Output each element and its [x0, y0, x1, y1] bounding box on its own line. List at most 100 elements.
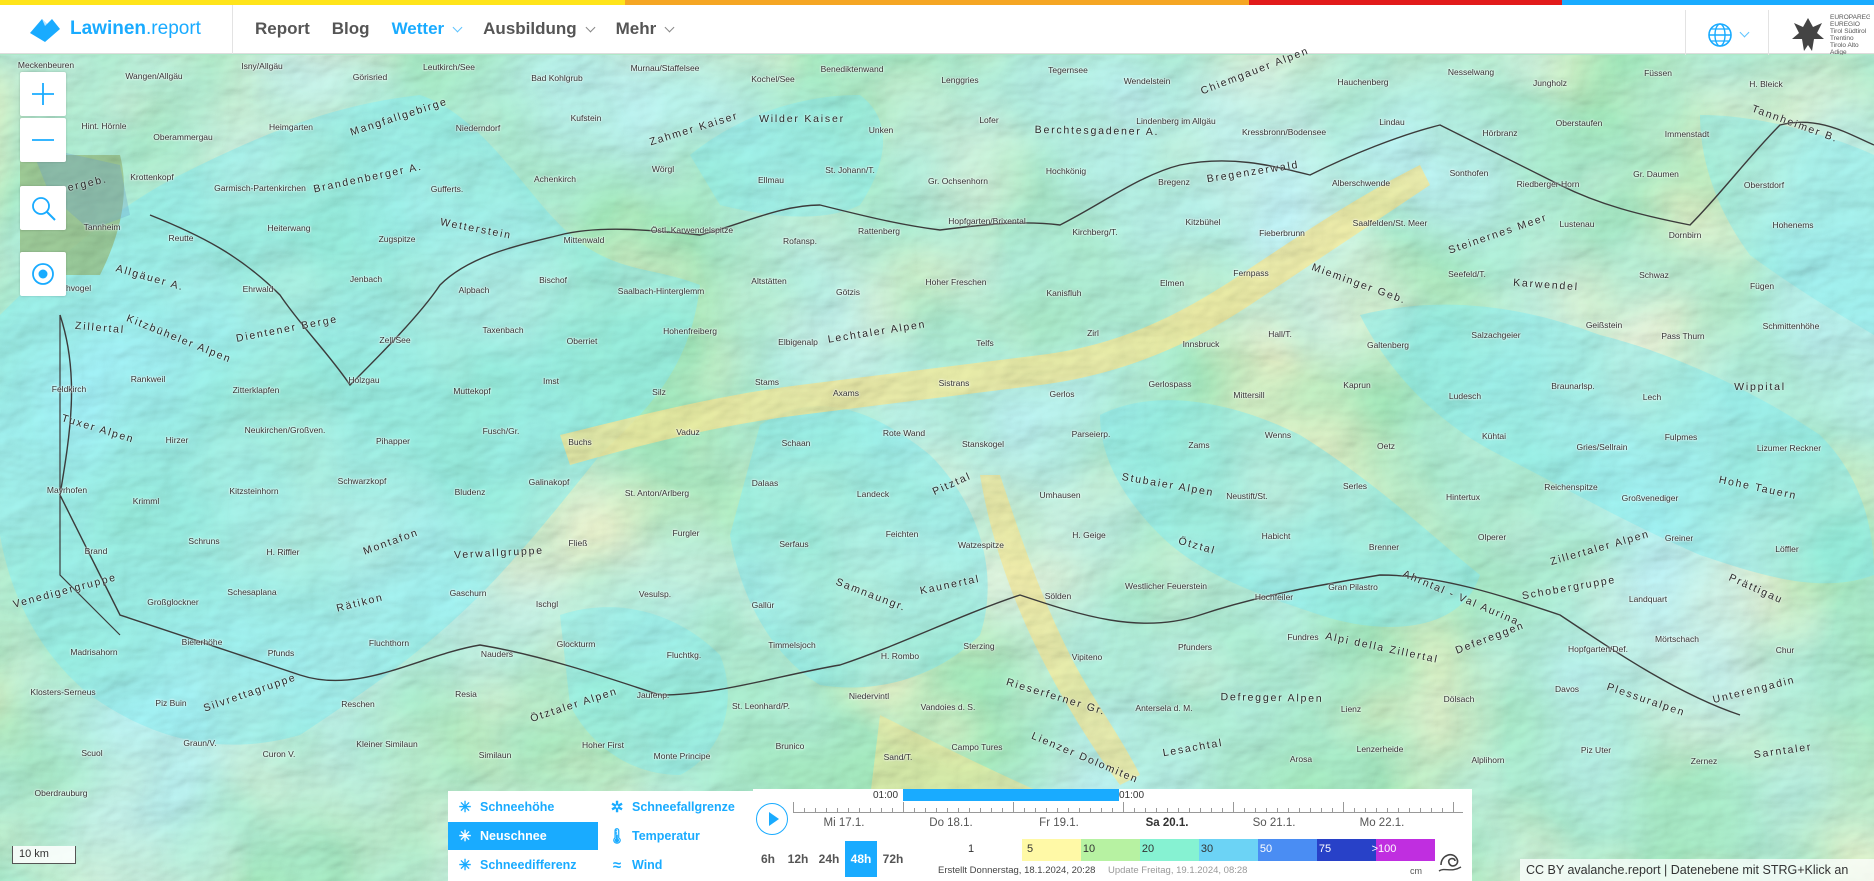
timeline-tick — [1222, 808, 1223, 812]
logo[interactable]: Lawinen.report — [28, 4, 233, 54]
timeline-tick — [1156, 808, 1157, 812]
zoom-in-button[interactable] — [20, 72, 66, 116]
plus-icon — [32, 83, 54, 105]
timeline-tick — [1211, 808, 1212, 812]
euregio-eagle-icon — [1792, 18, 1824, 51]
updated-timestamp: Update Freitag, 19.1.2024, 08:28 — [1108, 865, 1248, 876]
selected-range-bar[interactable] — [903, 789, 1119, 801]
range-48h-button[interactable]: 48h — [845, 841, 877, 877]
created-timestamp: Erstellt Donnerstag, 18.1.2024, 20:28 — [938, 865, 1096, 876]
globe-icon — [1707, 22, 1732, 47]
timeline-tick — [1277, 808, 1278, 812]
nav-item-ausbildung[interactable]: Ausbildung — [483, 5, 596, 54]
day-label[interactable]: Mo 22.1. — [1360, 817, 1405, 829]
timeline-tick — [947, 808, 948, 812]
thermometer-icon: 🌡 — [607, 828, 627, 845]
search-button[interactable] — [20, 186, 66, 230]
snowflake-icon: ✳ — [458, 799, 472, 816]
nav-item-wetter[interactable]: Wetter — [392, 5, 463, 54]
timeline-tick — [1068, 808, 1069, 812]
timeline-tick — [1178, 808, 1179, 812]
timeline-tick — [936, 808, 937, 812]
legend-value: 20 — [1141, 843, 1155, 855]
timeline-tick — [1354, 808, 1355, 812]
locate-icon — [32, 263, 54, 285]
day-label[interactable]: Fr 19.1. — [1039, 817, 1079, 829]
legend-unit: cm — [1410, 866, 1422, 876]
timeline-tick — [1024, 808, 1025, 812]
timeline-tick — [793, 802, 794, 812]
timeline-tick — [1123, 802, 1124, 812]
legend-value: 10 — [1082, 843, 1096, 855]
range-24h-button[interactable]: 24h — [813, 841, 845, 877]
euregio-text: EUROPAREGION EUREGIO Tirol Südtirol Tren… — [1830, 14, 1870, 56]
timeline-tick — [848, 808, 849, 812]
range-72h-button[interactable]: 72h — [877, 841, 909, 877]
timeline-tick — [1442, 808, 1443, 812]
nav-item-mehr[interactable]: Mehr — [616, 5, 675, 54]
search-icon — [32, 197, 56, 221]
legend-scale: 1 5 10 20 30 50 75 >100 — [963, 839, 1435, 861]
timeline-tick — [958, 808, 959, 812]
timeline-tick — [1233, 802, 1234, 812]
timeline-track[interactable] — [793, 801, 1463, 813]
legend-value: >100 — [1371, 843, 1397, 855]
timeline-tick — [1134, 808, 1135, 812]
range-end-time: 01:00 — [1119, 790, 1145, 801]
timeline-tick — [804, 808, 805, 812]
legend-value: 50 — [1259, 843, 1273, 855]
euregio-logo[interactable]: EUROPAREGION EUREGIO Tirol Südtirol Tren… — [1790, 13, 1874, 57]
play-button[interactable] — [756, 803, 788, 835]
layer-schneehoehe[interactable]: ✳ Schneehöhe — [448, 793, 598, 821]
day-label[interactable]: So 21.1. — [1253, 817, 1296, 829]
timeline-tick — [1145, 808, 1146, 812]
timeline-tick — [1431, 808, 1432, 812]
timeline-tick — [870, 808, 871, 812]
timeline-tick — [1409, 808, 1410, 812]
timeline-tick — [1002, 808, 1003, 812]
map-attribution[interactable]: CC BY avalanche.report | Datenebene mit … — [1520, 859, 1874, 881]
zoom-out-button[interactable] — [20, 118, 66, 162]
timeline-tick — [859, 808, 860, 812]
layer-selector: ✳ Schneehöhe ✲ Schneefallgrenze ✳ Neuschnee… — [448, 791, 753, 881]
nav-item-report[interactable]: Report — [255, 5, 310, 54]
timeline-tick — [991, 808, 992, 812]
snowfall-line-icon: ✲ — [610, 799, 624, 816]
language-selector[interactable] — [1685, 10, 1769, 59]
timeline-tick — [1453, 802, 1454, 812]
chevron-down-icon — [1739, 27, 1749, 38]
timeline-tick — [1013, 802, 1014, 812]
timeline-tick — [1310, 808, 1311, 812]
timeline-tick — [1420, 808, 1421, 812]
timeline-tick — [892, 808, 893, 812]
weather-map[interactable] — [0, 55, 1874, 881]
timeline-tick — [1035, 808, 1036, 812]
timeline-tick — [1266, 808, 1267, 812]
map-scale-bar: 10 km — [12, 846, 76, 864]
layer-schneedifferenz[interactable]: ✳ Schneedifferenz — [448, 851, 598, 879]
timeline-tick — [969, 808, 970, 812]
locate-button[interactable] — [20, 252, 66, 296]
timeline-tick — [1090, 808, 1091, 812]
legend-value: 30 — [1200, 843, 1214, 855]
timeline-tick — [914, 808, 915, 812]
timeline-tick — [1332, 808, 1333, 812]
layer-neuschnee[interactable]: ✳ Neuschnee — [448, 822, 598, 850]
range-12h-button[interactable]: 12h — [783, 841, 813, 877]
day-label[interactable]: Do 18.1. — [929, 817, 972, 829]
range-6h-button[interactable]: 6h — [753, 841, 783, 877]
layer-temperatur[interactable]: 🌡 Temperatur — [600, 822, 750, 850]
timeline-tick — [1079, 808, 1080, 812]
minus-icon — [32, 139, 54, 141]
layer-wind[interactable]: ≈ Wind — [600, 851, 750, 879]
timeline-tick — [1299, 808, 1300, 812]
day-label[interactable]: Mi 17.1. — [824, 817, 865, 829]
day-label-current[interactable]: Sa 20.1. — [1146, 817, 1189, 829]
wind-swirl-icon[interactable] — [1435, 845, 1467, 877]
nav-item-blog[interactable]: Blog — [332, 5, 370, 54]
logo-text: Lawinen.report — [70, 18, 201, 39]
play-icon — [768, 812, 779, 826]
layer-schneefallgrenze[interactable]: ✲ Schneefallgrenze — [600, 793, 750, 821]
timeline-tick — [1387, 808, 1388, 812]
timeline-tick — [1167, 808, 1168, 812]
